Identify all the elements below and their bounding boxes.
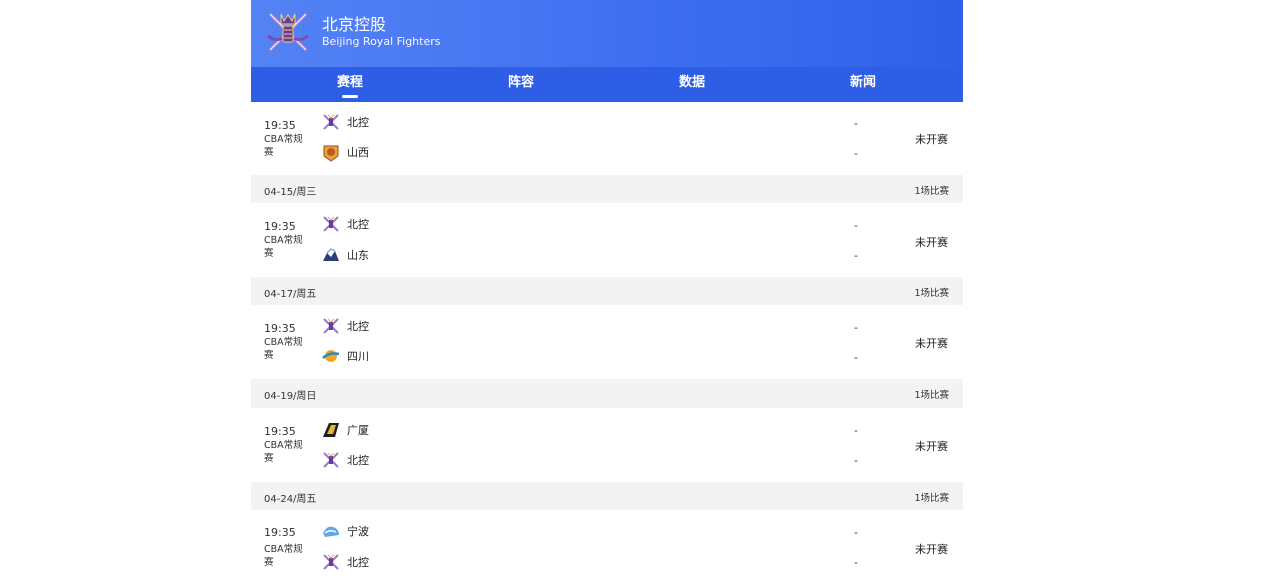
match-time: 19:35 <box>264 425 296 438</box>
match-league: CBA常规赛 <box>264 440 303 464</box>
away-team-name: 北控 <box>347 556 369 569</box>
beikong-logo-icon <box>323 318 339 334</box>
beikong-logo-icon <box>323 554 339 570</box>
match-status: 未开赛 <box>915 543 948 556</box>
away-team: 山西 <box>321 142 369 162</box>
away-team: 四川 <box>321 346 369 366</box>
tab-roster-label: 阵容 <box>507 75 534 90</box>
away-team: 北控 <box>321 450 369 470</box>
date-label: 04-15/周三 <box>264 187 317 198</box>
date-label: 04-17/周五 <box>264 289 317 300</box>
match-time: 19:35 <box>264 220 296 233</box>
away-team-name: 山东 <box>347 249 369 262</box>
date-divider: 04-19/周日 1场比赛 <box>251 379 963 408</box>
away-score: - <box>854 351 858 364</box>
shandong-logo-icon <box>323 248 339 261</box>
home-score: - <box>854 117 858 130</box>
home-score: - <box>854 219 858 232</box>
home-score: - <box>854 424 858 437</box>
home-team: 北控 <box>321 112 369 132</box>
match-row[interactable]: 19:35 CBA常规赛 广厦 北控 - - 未开赛 <box>251 408 963 482</box>
tab-roster[interactable]: 阵容 <box>491 67 551 102</box>
tab-schedule[interactable]: 赛程 <box>320 67 380 102</box>
match-count: 1场比赛 <box>914 390 949 401</box>
team-crest-icon <box>267 12 309 52</box>
match-league: CBA常规赛 <box>264 235 303 259</box>
tab-stats[interactable]: 数据 <box>662 67 722 102</box>
beikong-logo-icon <box>323 452 339 468</box>
home-team-name: 宁波 <box>347 525 369 538</box>
match-count: 1场比赛 <box>914 493 949 504</box>
tab-bar: 赛程 阵容 数据 新闻 <box>251 67 963 102</box>
match-time: 19:35 <box>264 322 296 335</box>
home-score: - <box>854 526 858 539</box>
away-team-name: 山西 <box>347 146 369 159</box>
match-row[interactable]: 19:35 CBA常规赛 北控 山西 - - 未开赛 <box>251 102 963 175</box>
team-name-en: Beijing Royal Fighters <box>322 35 441 48</box>
match-status: 未开赛 <box>915 236 948 249</box>
match-row[interactable]: 19:35 CBA常规赛 宁波 北控 - - 未开赛 <box>251 510 963 584</box>
match-league: CBA常规赛 <box>264 134 303 158</box>
match-row[interactable]: 19:35 CBA常规赛 北控 四川 - - 未开赛 <box>251 305 963 379</box>
match-time: 19:35 <box>264 526 296 539</box>
home-team-name: 广厦 <box>347 424 369 437</box>
shanxi-logo-icon <box>323 145 339 162</box>
away-score: - <box>854 147 858 160</box>
match-time: 19:35 <box>264 119 296 132</box>
date-divider: 04-15/周三 1场比赛 <box>251 175 963 203</box>
sichuan-logo-icon <box>322 350 340 362</box>
date-label: 04-19/周日 <box>264 391 317 402</box>
match-league: CBA常规赛 <box>264 544 303 568</box>
home-team-name: 北控 <box>347 116 369 129</box>
match-row[interactable]: 19:35 CBA常规赛 北控 山东 - - 未开赛 <box>251 203 963 277</box>
away-score: - <box>854 556 858 569</box>
beikong-logo-icon <box>323 216 339 232</box>
schedule-page: 北京控股 Beijing Royal Fighters 赛程 阵容 数据 新闻 … <box>251 0 963 584</box>
active-tab-indicator <box>342 95 358 98</box>
home-team-name: 北控 <box>347 320 369 333</box>
date-divider: 04-24/周五 1场比赛 <box>251 482 963 510</box>
home-team-name: 北控 <box>347 218 369 231</box>
tab-news-label: 新闻 <box>849 75 876 90</box>
date-label: 04-24/周五 <box>264 494 317 505</box>
away-team-name: 北控 <box>347 454 369 467</box>
guangsha-logo-icon <box>323 423 339 437</box>
match-status: 未开赛 <box>915 440 948 453</box>
match-league: CBA常规赛 <box>264 337 303 361</box>
home-team: 宁波 <box>321 521 369 541</box>
home-team: 北控 <box>321 214 369 234</box>
tab-news[interactable]: 新闻 <box>833 67 893 102</box>
away-team-name: 四川 <box>347 350 369 363</box>
tab-stats-label: 数据 <box>678 75 705 90</box>
tab-schedule-label: 赛程 <box>336 75 363 90</box>
match-status: 未开赛 <box>915 337 948 350</box>
home-team: 广厦 <box>321 420 369 440</box>
home-team: 北控 <box>321 316 369 336</box>
away-score: - <box>854 454 858 467</box>
team-name-cn: 北京控股 <box>322 15 387 34</box>
match-status: 未开赛 <box>915 133 948 146</box>
match-count: 1场比赛 <box>914 186 949 197</box>
match-count: 1场比赛 <box>914 288 949 299</box>
away-team: 北控 <box>321 552 369 572</box>
ningbo-logo-icon <box>323 526 339 537</box>
away-team: 山东 <box>321 245 369 265</box>
team-header: 北京控股 Beijing Royal Fighters <box>251 0 963 67</box>
date-divider: 04-17/周五 1场比赛 <box>251 277 963 305</box>
beikong-logo-icon <box>323 114 339 130</box>
home-score: - <box>854 321 858 334</box>
away-score: - <box>854 249 858 262</box>
